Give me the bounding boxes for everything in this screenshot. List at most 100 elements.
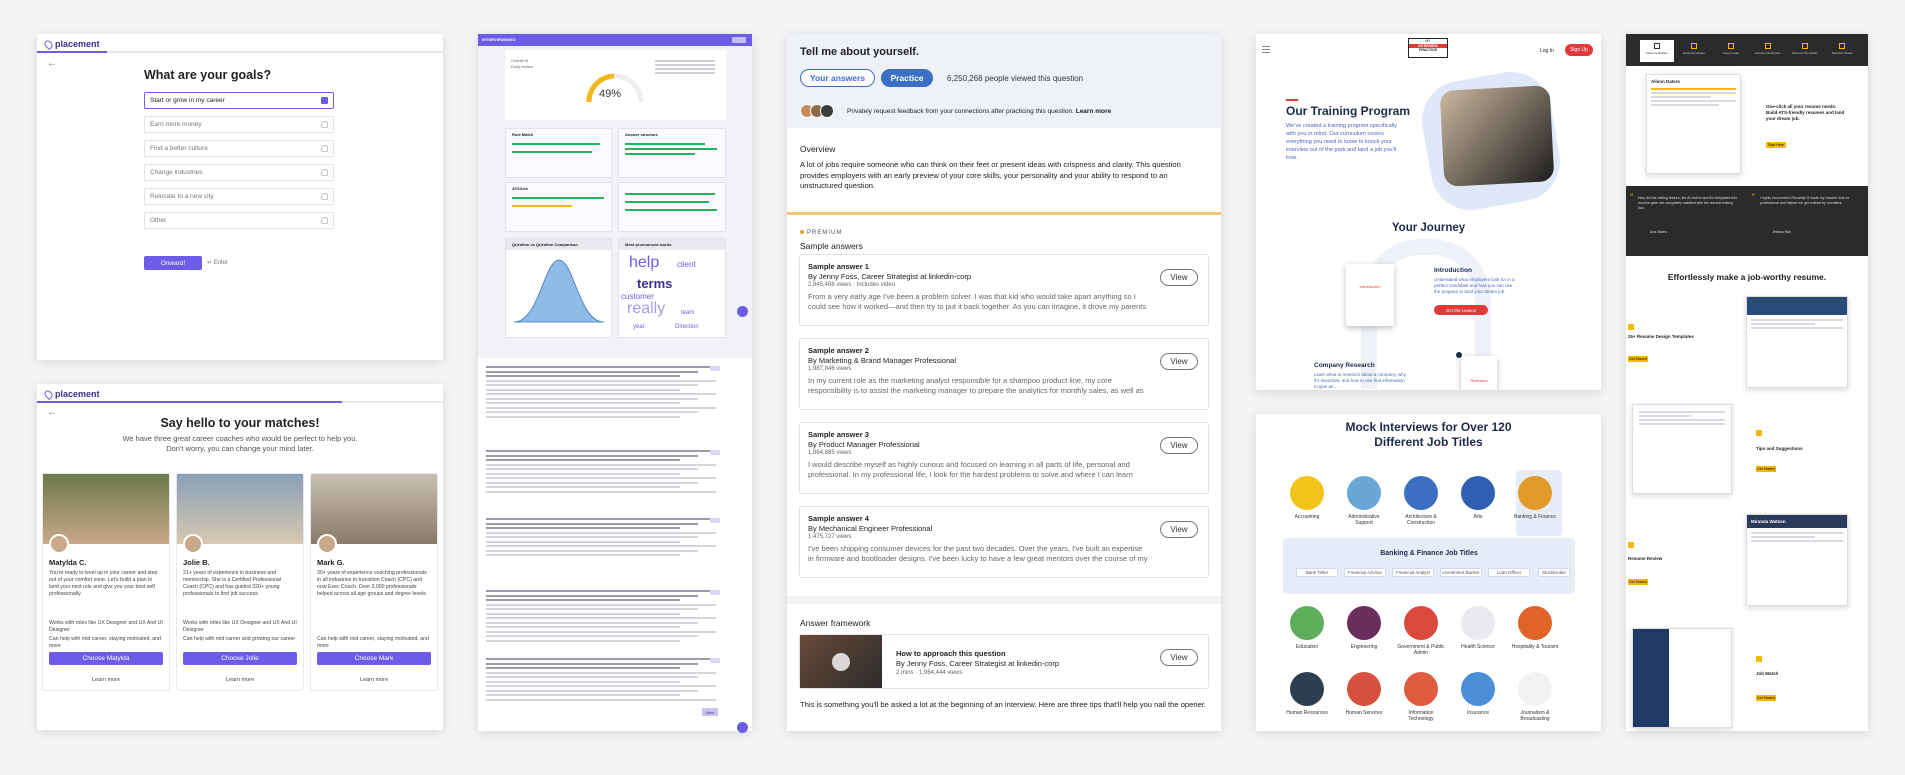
tab-your-answers[interactable]: Your answers [800,69,875,87]
view-button[interactable]: View [1160,353,1198,370]
job-title-tag[interactable]: Bank Teller [1296,568,1338,577]
nav-item[interactable]: Cover Letter [1714,40,1748,62]
get-lesson-button[interactable]: Get the Lesson [1434,305,1488,315]
job-title-tag[interactable]: Loan Officer [1488,568,1530,577]
nav-item[interactable]: Resume Examples [1751,40,1785,62]
category-icon[interactable] [1518,672,1552,706]
tab-practice[interactable]: Practice [881,69,933,87]
premium-label: PREMIUM [800,230,842,236]
next-button[interactable]: Next [702,708,718,716]
get-started-button[interactable]: Get Started [1628,356,1648,362]
signup-button[interactable]: Sign Up [1565,44,1593,56]
goal-option[interactable]: Relocate to a new city [144,188,334,205]
checkbox-icon[interactable] [321,145,328,152]
category-label[interactable]: Human Resources [1282,710,1332,716]
coach-desc: You're ready to level up in your career … [49,570,158,597]
category-icon[interactable] [1347,672,1381,706]
category-label[interactable]: Engineering [1339,644,1389,650]
video-thumbnail[interactable] [800,635,882,688]
category-label[interactable]: Human Services [1339,710,1389,716]
view-button[interactable]: View [1160,649,1198,666]
onward-button[interactable]: Onward! [144,256,202,270]
framework-video[interactable]: How to approach this question By Jenny F… [799,634,1209,689]
category-icon[interactable] [1518,606,1552,640]
coach-feature: Works with roles like UX Designer and UX… [183,620,297,633]
chat-bubble-icon[interactable] [737,722,748,733]
learn-more-link[interactable]: Learn more [311,677,437,683]
category-icon[interactable] [1518,476,1552,510]
category-label[interactable]: Accounting [1282,514,1332,520]
sample-answer-card[interactable]: Sample answer 1 By Jenny Foss, Career St… [799,254,1209,326]
site-logo[interactable]: MY INTERVIEW PRACTICE [1408,38,1448,58]
back-arrow-icon[interactable]: ← [47,58,57,69]
category-label[interactable]: Hospitality & Tourism [1510,644,1560,650]
placement-logo[interactable]: placement [42,38,100,50]
category-label[interactable]: Information Technology [1396,710,1446,722]
get-started-button[interactable]: Get Started [1756,695,1776,701]
category-icon[interactable] [1290,606,1324,640]
sample-answer-card[interactable]: Sample answer 4 By Mechanical Engineer P… [799,506,1209,578]
category-icon[interactable] [1404,672,1438,706]
category-label[interactable]: Health Science [1453,644,1503,650]
checkbox-icon[interactable] [321,193,328,200]
category-label[interactable]: Education [1282,644,1332,650]
get-started-button[interactable]: Get Started [1756,466,1776,472]
category-icon[interactable] [1290,476,1324,510]
job-title-tag[interactable]: Stockbroker [1538,568,1570,577]
chat-bubble-icon[interactable] [737,306,748,317]
category-icon[interactable] [1347,606,1381,640]
placement-logo[interactable]: placement [42,388,100,400]
choose-coach-button[interactable]: Choose Mark [317,652,431,665]
learn-more-link[interactable]: Learn more [1076,108,1111,115]
sample-answer-card[interactable]: Sample answer 2 By Marketing & Brand Man… [799,338,1209,410]
choose-coach-button[interactable]: Choose Jolie [183,652,297,665]
job-title-tag[interactable]: Financial Analyst [1392,568,1434,577]
job-title-tag[interactable]: Investment Banker [1440,568,1482,577]
goal-option[interactable]: Find a better culture [144,140,334,157]
category-label[interactable]: Banking & Finance [1510,514,1560,520]
category-icon[interactable] [1290,672,1324,706]
checkbox-icon[interactable] [321,169,328,176]
category-label[interactable]: Architecture & Construction [1396,514,1446,526]
nav-item[interactable]: Resume Builder [1640,40,1674,62]
category-icon[interactable] [1404,606,1438,640]
sample-answer-card[interactable]: Sample answer 3 By Product Manager Profe… [799,422,1209,494]
goal-option[interactable]: Earn more money [144,116,334,133]
checkbox-icon[interactable] [321,121,328,128]
category-icon[interactable] [1404,476,1438,510]
mock-title: Mock Interviews for Over 120 Different J… [1345,420,1512,449]
category-label[interactable]: Journalism & Broadcasting [1510,710,1560,722]
goal-option[interactable]: Start or grow in my career [144,92,334,109]
header-button[interactable] [732,37,746,43]
start-here-button[interactable]: Start Here [1766,142,1786,148]
play-icon[interactable] [832,653,850,671]
learn-more-link[interactable]: Learn more [43,677,169,683]
view-button[interactable]: View [1160,521,1198,538]
category-label[interactable]: Insurance [1453,710,1503,716]
get-started-button[interactable]: Get Started [1628,579,1648,585]
login-link[interactable]: Log In [1540,48,1554,54]
category-label[interactable]: Arts [1453,514,1503,520]
category-icon[interactable] [1461,476,1495,510]
nav-item[interactable]: Resume Guides [1677,40,1711,62]
goal-option[interactable]: Change industries [144,164,334,181]
category-icon[interactable] [1347,476,1381,510]
checkbox-icon[interactable] [321,217,328,224]
checkbox-icon[interactable] [321,97,328,104]
nav-item[interactable]: Resume Check [1825,40,1859,62]
learn-more-link[interactable]: Learn more [177,677,303,683]
menu-icon[interactable] [1262,46,1270,53]
category-label[interactable]: Government & Public Admin [1396,644,1446,656]
goal-option[interactable]: Other [144,212,334,229]
nav-icon [1839,43,1845,49]
category-icon[interactable] [1461,672,1495,706]
category-label[interactable]: Administrative Support [1339,514,1389,526]
view-button[interactable]: View [1160,269,1198,286]
page-title: Say hello to your matches! [160,416,320,430]
view-button[interactable]: View [1160,437,1198,454]
choose-coach-button[interactable]: Choose Matylda [49,652,163,665]
mock-panel: Mock Interviews for Over 120 Different J… [1256,414,1601,731]
category-icon[interactable] [1461,606,1495,640]
nav-item[interactable]: Resume Templates [1788,40,1822,62]
job-title-tag[interactable]: Financial Advisor [1344,568,1386,577]
